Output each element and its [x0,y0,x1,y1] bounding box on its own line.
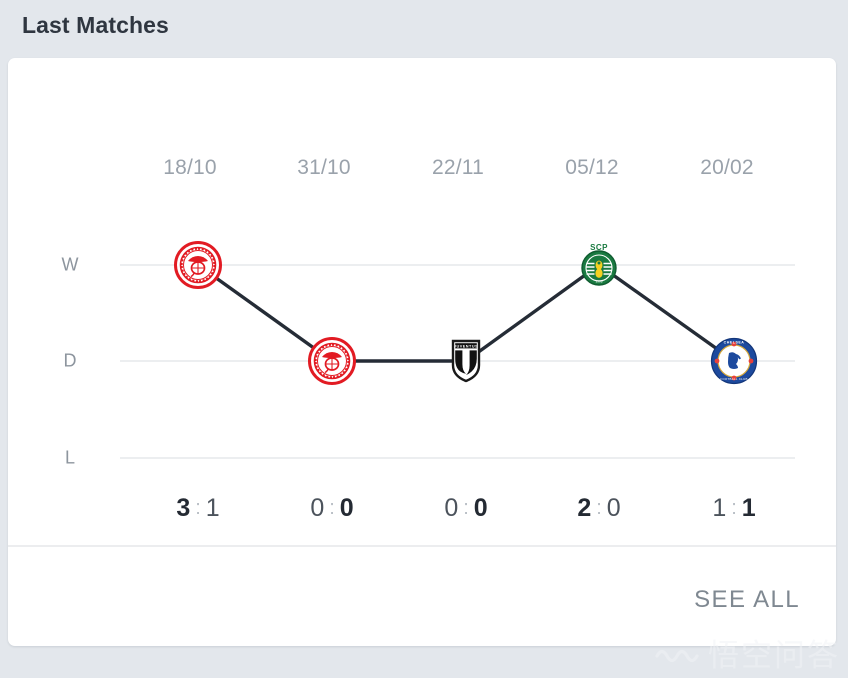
svg-text:1906: 1906 [595,279,602,283]
score-1-home: 3 [176,494,191,522]
sporting-cp-badge-icon: SCP 1906 [581,243,617,286]
match-point-2[interactable] [308,337,356,385]
match-point-5[interactable]: CHELSEA FOOTBALL CLUB [710,337,758,385]
score-4: 2:0 [524,494,674,523]
axis-label-d: D [63,350,77,371]
score-2-separator: : [329,497,335,519]
page-title: Last Matches [22,12,169,38]
score-3-away: 0 [473,494,488,522]
svg-text:JUVENTUS: JUVENTUS [454,345,478,349]
score-2-away: 0 [339,494,354,522]
score-5-home: 1 [712,494,727,522]
score-2: 0:0 [257,494,407,523]
gridline-l [120,457,795,459]
date-label-1: 18/10 [163,156,217,179]
score-1: 3:1 [123,494,273,523]
score-1-away: 1 [205,494,220,522]
juventus-badge-icon: JUVENTUS [451,339,481,383]
results-chart: W D L 18/10 31/10 22/11 05/12 20/02 JUVE… [8,58,836,546]
date-label-5: 20/02 [700,156,754,179]
score-3: 0:0 [391,494,541,523]
chelsea-badge-icon: CHELSEA FOOTBALL CLUB [710,337,758,385]
last-matches-card: W D L 18/10 31/10 22/11 05/12 20/02 JUVE… [8,58,836,646]
footer-divider [8,545,836,547]
score-1-separator: : [195,497,201,519]
date-label-2: 31/10 [297,156,351,179]
score-4-home: 2 [577,494,592,522]
score-5-away: 1 [741,494,756,522]
result-trend-line [196,263,736,363]
match-point-4[interactable]: SCP 1906 [575,241,623,289]
score-5: 1:1 [659,494,809,523]
score-4-separator: : [596,497,602,519]
svg-text:CHELSEA: CHELSEA [724,340,745,344]
date-label-3: 22/11 [432,156,484,179]
match-point-3[interactable]: JUVENTUS [442,337,490,385]
score-3-home: 0 [444,494,459,522]
olympiacos-badge-icon [174,241,222,289]
score-2-home: 0 [310,494,325,522]
last-matches-widget: Last Matches W D L 18/10 31/10 22/11 05/… [0,0,848,678]
match-point-1[interactable] [174,241,222,289]
score-5-separator: : [731,497,737,519]
svg-text:FOOTBALL CLUB: FOOTBALL CLUB [720,377,747,381]
olympiacos-badge-icon [308,337,356,385]
axis-label-w: W [61,254,79,275]
score-3-separator: : [463,497,469,519]
axis-label-l: L [64,447,75,468]
date-label-4: 05/12 [565,156,619,179]
see-all-button[interactable]: SEE ALL [694,586,800,614]
score-4-away: 0 [606,494,621,522]
